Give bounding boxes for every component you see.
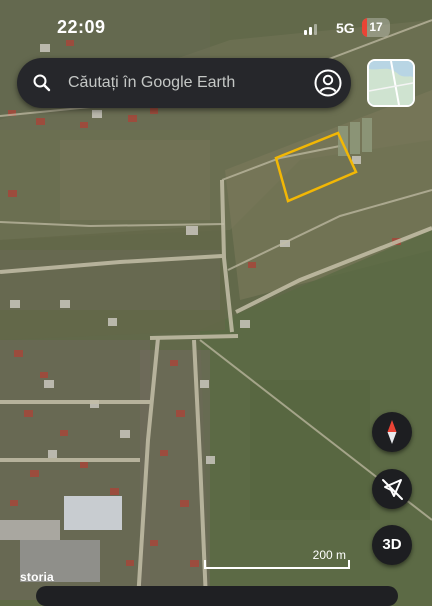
- battery-level: 17: [369, 20, 383, 34]
- my-location-button[interactable]: [372, 469, 412, 509]
- location-off-icon: [382, 479, 403, 500]
- signal-icon: [304, 23, 318, 35]
- status-bar: 22:09 5G 17: [0, 0, 432, 52]
- search-bar[interactable]: Căutați în Google Earth: [17, 58, 351, 108]
- network-type: 5G: [336, 20, 355, 36]
- battery-icon: 17: [362, 18, 390, 37]
- bottom-sheet[interactable]: [36, 586, 398, 606]
- three-d-label: 3D: [382, 536, 402, 553]
- map-layers-button[interactable]: [367, 59, 415, 107]
- compass-icon: [387, 420, 397, 444]
- three-d-button[interactable]: 3D: [372, 525, 412, 565]
- search-icon: [33, 74, 51, 92]
- search-placeholder[interactable]: Căutați în Google Earth: [68, 74, 235, 92]
- watermark: storia: [20, 570, 54, 584]
- scale-bar: 200 m: [204, 547, 350, 569]
- scale-label: 200 m: [312, 548, 346, 562]
- status-time: 22:09: [57, 17, 106, 37]
- map-layers-thumbnail-icon: [369, 61, 413, 105]
- compass-button[interactable]: [372, 412, 412, 452]
- account-icon[interactable]: [313, 68, 343, 98]
